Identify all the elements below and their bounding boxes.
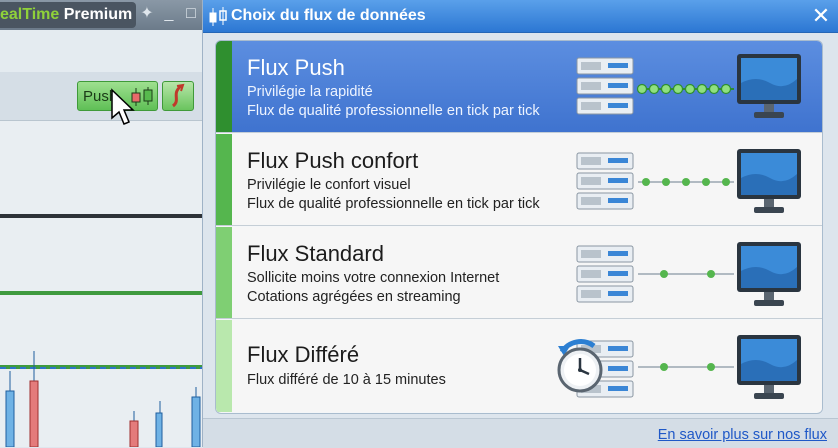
option-color-bar [216, 227, 232, 318]
background-window-controls: ✦ _ □ [138, 4, 200, 24]
monitor-icon [737, 242, 801, 306]
background-app-title: ealTime Premium [0, 2, 136, 28]
feed-choice-dialog: Choix du flux de données ✕ Flux Push Pri… [202, 0, 838, 448]
minimize-icon[interactable]: _ [160, 4, 178, 24]
monitor-icon [737, 54, 801, 118]
pin-icon[interactable]: ✦ [138, 4, 156, 24]
server-stack-icon [576, 57, 634, 115]
background-chart-area [0, 121, 202, 447]
chart-line-dark [0, 214, 202, 218]
feed-options-list: Flux Push Privilégie la rapidité Flux de… [215, 40, 823, 414]
option-color-bar [216, 41, 232, 132]
chart-line-green [0, 291, 202, 295]
option-color-bar [216, 134, 232, 225]
flux-toggle-button[interactable] [162, 81, 194, 111]
option-description: Privilégie la rapidité [247, 84, 373, 100]
option-title: Flux Push [247, 55, 345, 80]
close-icon[interactable]: ✕ [809, 4, 833, 28]
dialog-title: Choix du flux de données [231, 7, 426, 24]
option-color-bar [216, 320, 232, 412]
connection-dots [638, 178, 734, 186]
server-stack-icon [576, 245, 634, 303]
option-flux-differe[interactable]: Flux Différé Flux différé de 10 à 15 min… [216, 320, 822, 412]
option-title: Flux Différé [247, 342, 360, 367]
maximize-icon[interactable]: □ [182, 4, 200, 24]
option-flux-push[interactable]: Flux Push Privilégie la rapidité Flux de… [216, 41, 822, 133]
server-stack-icon [576, 152, 634, 210]
option-title: Flux Standard [247, 241, 384, 266]
monitor-icon [737, 335, 801, 399]
background-app-window: ealTime Premium ✦ _ □ Push [0, 0, 202, 447]
option-title: Flux Push confort [247, 148, 419, 173]
candlestick-icon [209, 7, 227, 26]
dialog-titlebar: Choix du flux de données ✕ [203, 0, 838, 33]
connection-dots [638, 363, 734, 371]
option-description: Flux de qualité professionnelle en tick … [247, 103, 540, 119]
cursor-icon [111, 88, 135, 125]
option-flux-push-confort[interactable]: Flux Push confort Privilégie le confort … [216, 134, 822, 226]
option-flux-standard[interactable]: Flux Standard Sollicite moins votre conn… [216, 227, 822, 319]
option-description: Sollicite moins votre connexion Internet [247, 270, 500, 286]
app-title-realtime: ealTime [0, 6, 60, 23]
app-title-premium: Premium [63, 6, 133, 23]
connection-dots [636, 83, 734, 95]
flux-icon [171, 83, 185, 108]
option-description: Flux de qualité professionnelle en tick … [247, 196, 540, 212]
option-description: Cotations agrégées en streaming [247, 289, 461, 305]
background-toolbar [0, 30, 202, 73]
candlestick-series [5, 351, 201, 447]
connection-dots [638, 270, 734, 278]
clock-icon [557, 339, 603, 393]
dialog-footer: En savoir plus sur nos flux [203, 418, 838, 448]
option-description: Flux différé de 10 à 15 minutes [247, 372, 446, 388]
monitor-icon [737, 149, 801, 213]
option-description: Privilégie le confort visuel [247, 177, 411, 193]
learn-more-link[interactable]: En savoir plus sur nos flux [658, 427, 827, 443]
background-titlebar: ealTime Premium ✦ _ □ [0, 0, 202, 30]
